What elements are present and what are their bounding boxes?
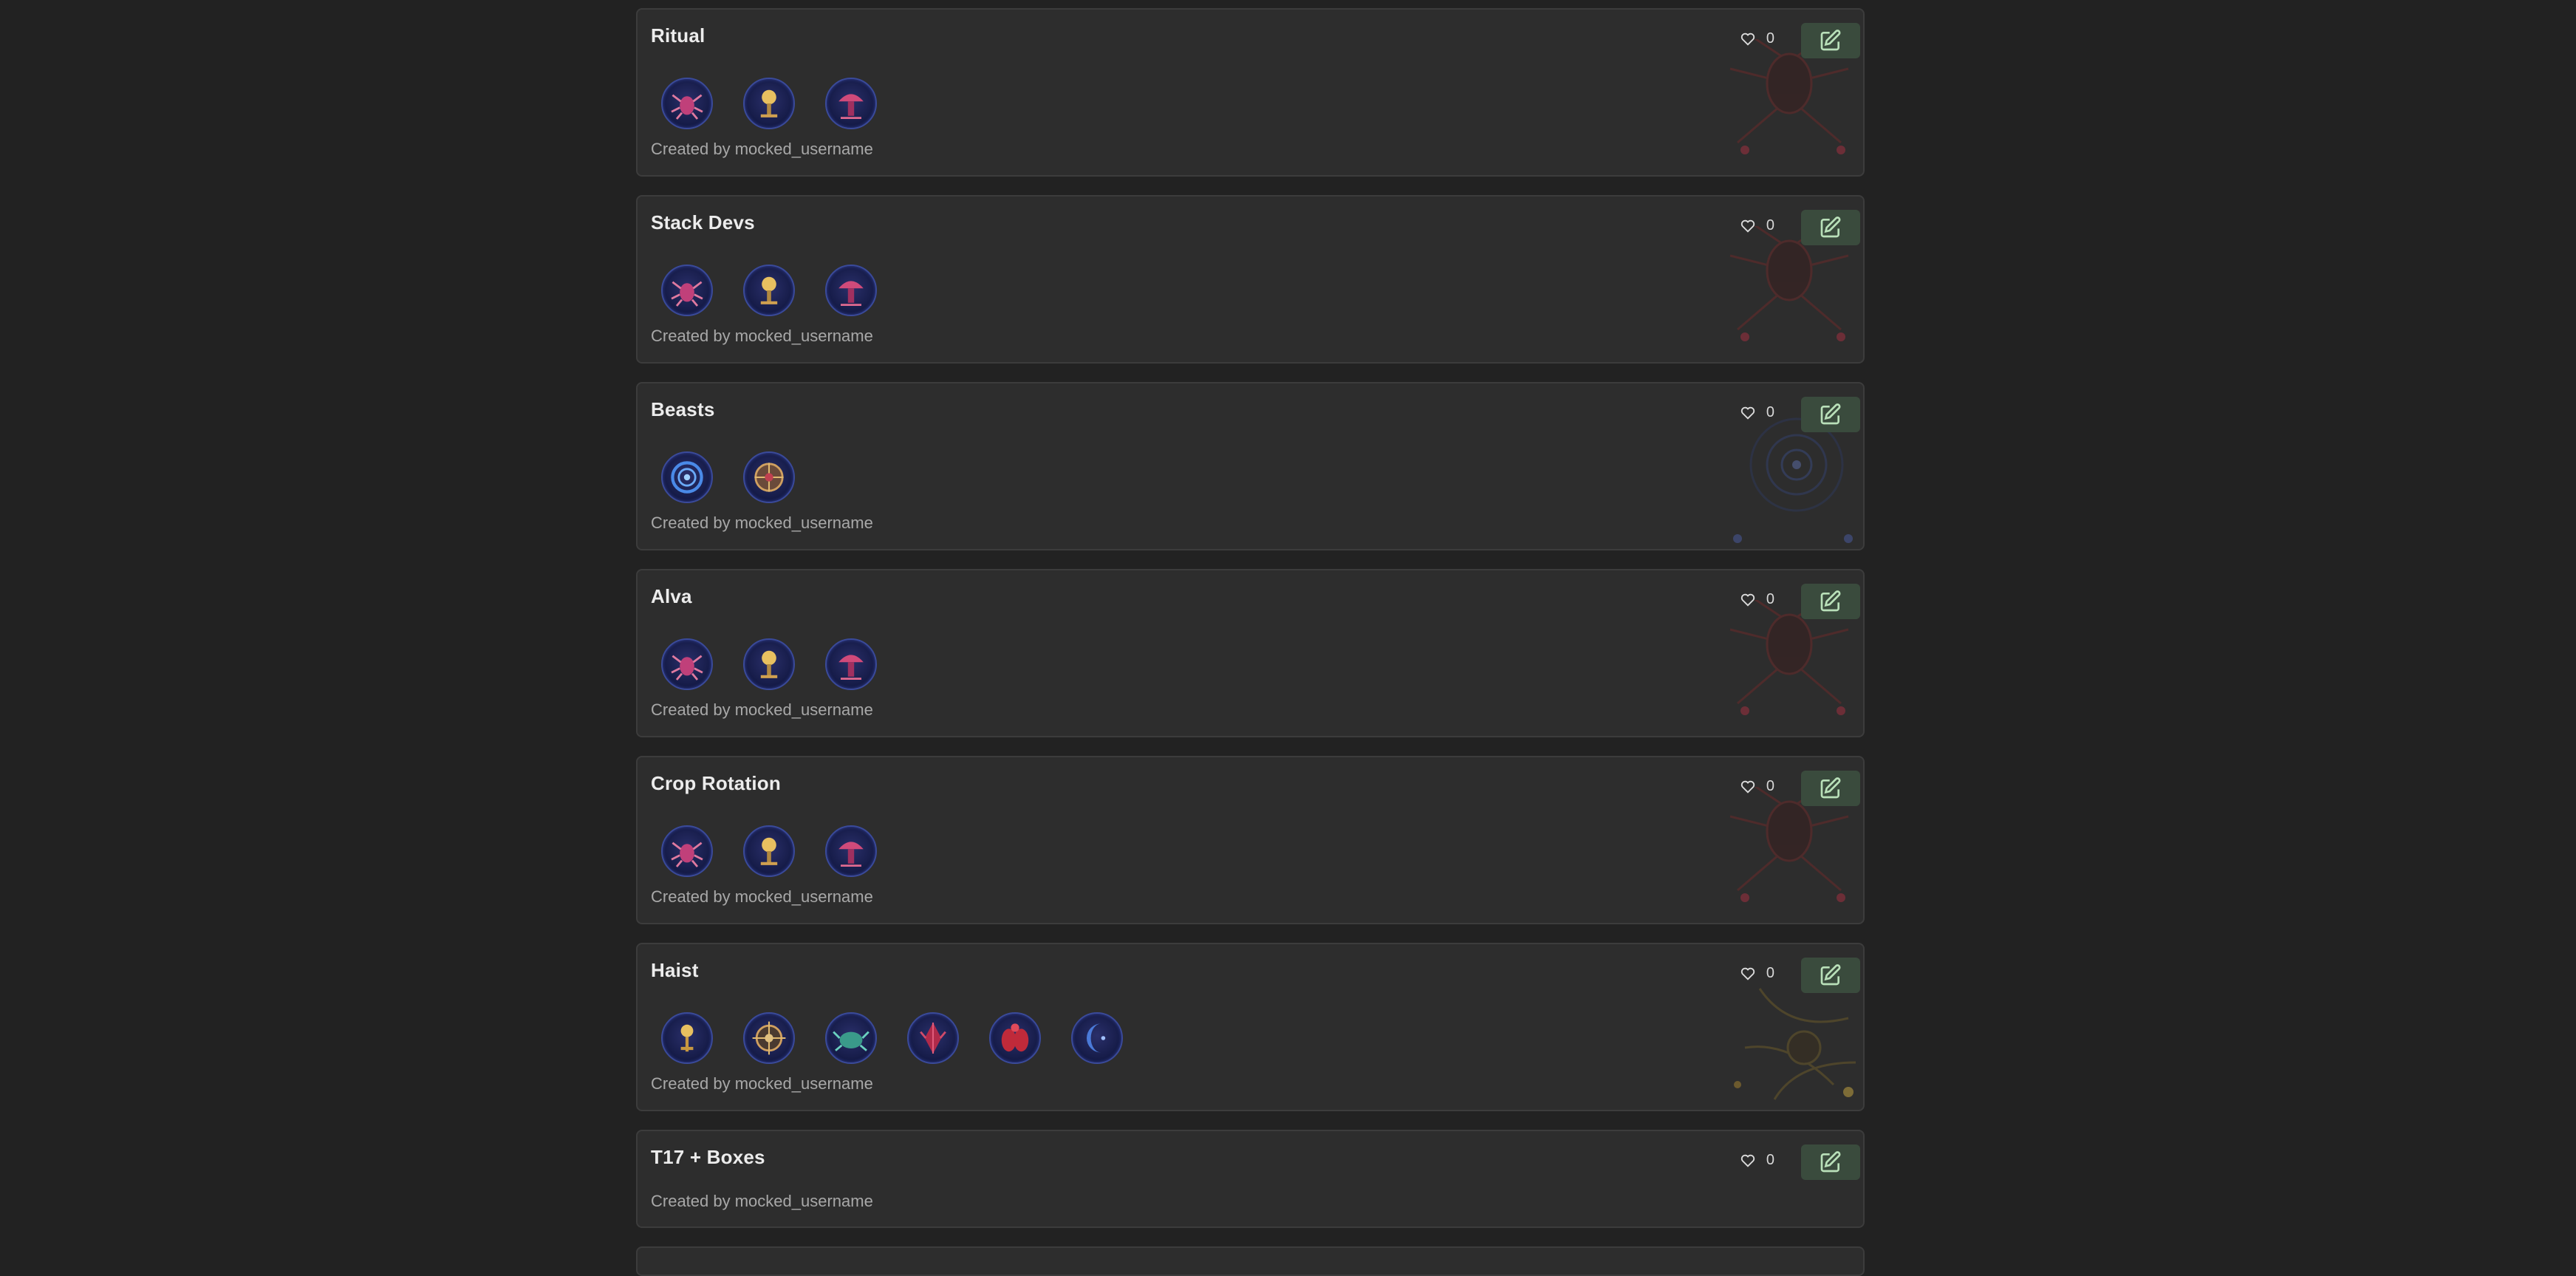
card-title: Stack Devs bbox=[651, 211, 755, 233]
card-title: Crop Rotation bbox=[651, 772, 781, 794]
card-background-art bbox=[1729, 600, 1849, 715]
collection-card[interactable]: T17 + Boxes 0 Created by mocked_username bbox=[636, 1130, 1865, 1228]
edit-icon bbox=[1820, 216, 1841, 238]
edit-icon bbox=[1820, 1151, 1841, 1173]
pink-mushroom-scarab-icon[interactable] bbox=[825, 78, 877, 129]
collection-card[interactable]: Haist 0 Created by mocked_username bbox=[636, 943, 1865, 1111]
edit-icon bbox=[1820, 964, 1841, 986]
gold-bulb-scarab-icon[interactable] bbox=[743, 638, 795, 690]
like-count: 0 bbox=[1766, 591, 1774, 607]
card-background-art bbox=[1729, 39, 1849, 154]
like-count: 0 bbox=[1766, 778, 1774, 794]
creator-label: Created by mocked_username bbox=[651, 700, 873, 719]
like-count: 0 bbox=[1766, 217, 1774, 233]
gold-compass-scarab-icon[interactable] bbox=[743, 1012, 795, 1064]
collection-card[interactable]: Alva 0 Created by mocked_username bbox=[636, 569, 1865, 737]
card-background-art bbox=[1733, 417, 1853, 543]
collections-list: Ritual 0 Created by mocked_username Stac… bbox=[636, 8, 1865, 1276]
scarab-row bbox=[661, 1012, 1123, 1064]
likes[interactable]: 0 bbox=[1740, 1152, 1774, 1169]
heart-icon[interactable] bbox=[1740, 592, 1756, 608]
like-count: 0 bbox=[1766, 404, 1774, 420]
card-background-art bbox=[1729, 787, 1849, 902]
heart-icon[interactable] bbox=[1740, 1153, 1756, 1169]
gold-bulb-scarab-icon[interactable] bbox=[743, 78, 795, 129]
gold-bulb-scarab-icon[interactable] bbox=[743, 825, 795, 877]
like-count: 0 bbox=[1766, 30, 1774, 47]
pink-spider-scarab-icon[interactable] bbox=[661, 265, 713, 316]
likes[interactable]: 0 bbox=[1740, 30, 1774, 47]
collection-card[interactable]: Crop Rotation 0 Created by mocked_userna… bbox=[636, 756, 1865, 924]
edit-button[interactable] bbox=[1801, 210, 1860, 245]
like-count: 0 bbox=[1766, 1152, 1774, 1168]
like-count: 0 bbox=[1766, 965, 1774, 981]
pink-spider-scarab-icon[interactable] bbox=[661, 825, 713, 877]
card-title: Alva bbox=[651, 585, 692, 607]
edit-button[interactable] bbox=[1801, 397, 1860, 432]
gold-key-scarab-icon[interactable] bbox=[661, 1012, 713, 1064]
heart-icon[interactable] bbox=[1740, 31, 1756, 47]
creator-label: Created by mocked_username bbox=[651, 327, 873, 345]
likes[interactable]: 0 bbox=[1740, 591, 1774, 608]
creator-label: Created by mocked_username bbox=[651, 887, 873, 906]
edit-button[interactable] bbox=[1801, 771, 1860, 806]
heart-icon[interactable] bbox=[1740, 966, 1756, 982]
creator-label: Created by mocked_username bbox=[651, 1192, 873, 1210]
card-background-art bbox=[1734, 988, 1856, 1100]
gold-compass-scarab-icon[interactable] bbox=[743, 451, 795, 503]
red-crystal-scarab-icon[interactable] bbox=[907, 1012, 959, 1064]
pink-mushroom-scarab-icon[interactable] bbox=[825, 638, 877, 690]
edit-button[interactable] bbox=[1801, 1144, 1860, 1180]
collection-card-partial[interactable] bbox=[636, 1246, 1865, 1276]
pink-mushroom-scarab-icon[interactable] bbox=[825, 265, 877, 316]
edit-button[interactable] bbox=[1801, 958, 1860, 993]
gold-bulb-scarab-icon[interactable] bbox=[743, 265, 795, 316]
likes[interactable]: 0 bbox=[1740, 217, 1774, 234]
blue-moon-scarab-icon[interactable] bbox=[1071, 1012, 1123, 1064]
heart-icon[interactable] bbox=[1740, 779, 1756, 795]
card-title: Haist bbox=[651, 959, 699, 981]
card-title: T17 + Boxes bbox=[651, 1146, 765, 1168]
heart-icon[interactable] bbox=[1740, 405, 1756, 421]
scarab-row bbox=[661, 638, 877, 690]
blue-ring-scarab-icon[interactable] bbox=[661, 451, 713, 503]
teal-crab-scarab-icon[interactable] bbox=[825, 1012, 877, 1064]
card-background-art bbox=[1729, 226, 1849, 341]
heart-icon[interactable] bbox=[1740, 218, 1756, 234]
collection-card[interactable]: Ritual 0 Created by mocked_username bbox=[636, 8, 1865, 177]
likes[interactable]: 0 bbox=[1740, 404, 1774, 421]
likes[interactable]: 0 bbox=[1740, 965, 1774, 982]
scarab-row bbox=[661, 265, 877, 316]
red-beetle-scarab-icon[interactable] bbox=[989, 1012, 1041, 1064]
collection-card[interactable]: Beasts 0 Created by mocked_username bbox=[636, 382, 1865, 550]
edit-icon bbox=[1820, 403, 1841, 425]
edit-icon bbox=[1820, 777, 1841, 799]
scarab-row bbox=[661, 78, 877, 129]
edit-icon bbox=[1820, 590, 1841, 612]
card-title: Ritual bbox=[651, 24, 706, 47]
edit-button[interactable] bbox=[1801, 23, 1860, 58]
pink-spider-scarab-icon[interactable] bbox=[661, 78, 713, 129]
pink-spider-scarab-icon[interactable] bbox=[661, 638, 713, 690]
likes[interactable]: 0 bbox=[1740, 778, 1774, 795]
creator-label: Created by mocked_username bbox=[651, 140, 873, 158]
card-title: Beasts bbox=[651, 398, 715, 420]
collection-card[interactable]: Stack Devs 0 Created by mocked_username bbox=[636, 195, 1865, 364]
creator-label: Created by mocked_username bbox=[651, 1074, 873, 1093]
scarab-row bbox=[661, 451, 795, 503]
scarab-row bbox=[661, 825, 877, 877]
edit-icon bbox=[1820, 30, 1841, 51]
edit-button[interactable] bbox=[1801, 584, 1860, 619]
creator-label: Created by mocked_username bbox=[651, 514, 873, 532]
pink-mushroom-scarab-icon[interactable] bbox=[825, 825, 877, 877]
